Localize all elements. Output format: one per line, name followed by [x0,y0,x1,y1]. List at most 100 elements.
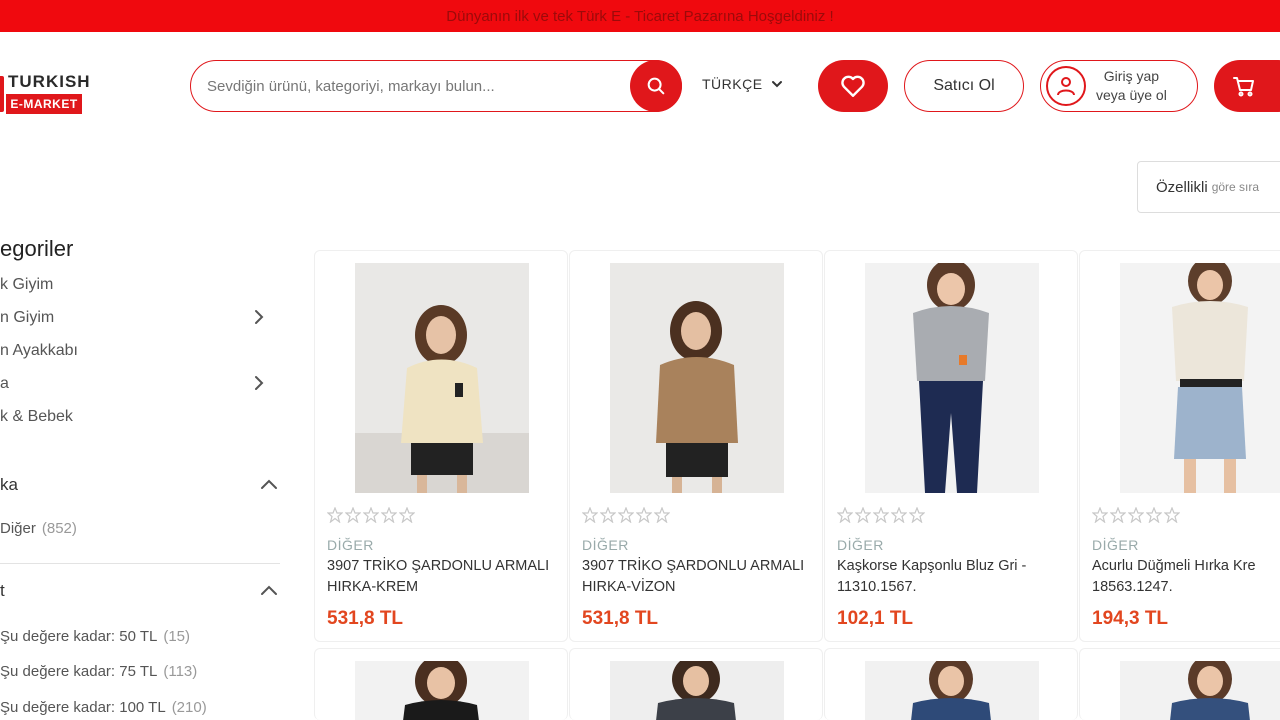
login-label: Giriş yap veya üye ol [1096,67,1167,105]
sort-select[interactable]: Özellikli göre sıra [1137,161,1280,213]
product-image[interactable] [610,661,784,720]
become-seller-button[interactable]: Satıcı Ol [904,60,1024,112]
product-brand: DİĞER [582,537,629,553]
product-name[interactable]: Kaşkorse Kapşonlu Bluz Gri - 11310.1567. [837,556,1073,598]
star-icon [1092,507,1108,523]
price-filter-item[interactable]: Şu değere kadar: 100 TL (210) [0,695,207,719]
star-icon [582,507,598,523]
rating-stars [327,507,415,523]
welcome-banner-text: Dünyanın ilk ve tek Türk E - Ticaret Paz… [446,7,834,25]
star-icon [654,507,670,523]
login-register-button[interactable]: Giriş yap veya üye ol [1040,60,1198,112]
product-card[interactable]: DİĞER 3907 TRİKO ŞARDONLU ARMALI HIRKA-K… [314,250,568,642]
product-card[interactable]: DİĞER Kaşkorse Kapşonlu Bluz Gri - 11310… [824,250,1078,642]
logo-line2: E-MARKET [6,94,82,114]
price-filter-count: (113) [163,662,198,680]
product-card[interactable]: DİĞER 3907 TRİKO ŞARDONLU ARMALI HIRKA-V… [569,250,823,642]
price-section-toggle[interactable]: t [0,577,280,605]
product-card[interactable] [1079,648,1280,720]
star-icon [399,507,415,523]
search-bar [190,60,682,112]
star-icon [891,507,907,523]
rating-stars [582,507,670,523]
star-icon [873,507,889,523]
product-image[interactable] [355,263,529,493]
product-price: 102,1 TL [837,608,914,629]
price-filter-item[interactable]: Şu değere kadar: 75 TL (113) [0,659,197,683]
product-brand: DİĞER [1092,537,1139,553]
category-item[interactable]: k & Bebek [0,404,280,430]
price-section-title: t [0,581,5,600]
brand-section-toggle[interactable]: ka [0,471,280,499]
category-label: n Ayakkabı [0,342,78,359]
section-divider [0,563,280,564]
product-brand: DİĞER [327,537,374,553]
chevron-right-icon [255,376,264,390]
chevron-up-icon [261,585,277,595]
category-item[interactable]: a [0,371,280,397]
product-price: 531,8 TL [327,608,404,629]
login-line1: Giriş yap [1103,68,1160,84]
heart-icon [841,75,865,97]
star-icon [855,507,871,523]
product-image[interactable] [865,263,1039,493]
price-filter-count: (15) [163,627,191,645]
product-card[interactable] [824,648,1078,720]
category-label: n Giyim [0,309,55,326]
chevron-down-icon [771,81,782,88]
category-item[interactable]: n Giyim [0,305,280,331]
brand-filter-count: (852) [41,519,77,537]
search-input[interactable] [207,74,627,98]
star-icon [381,507,397,523]
brand-filter-item[interactable]: Diğer (852) [0,516,77,540]
search-icon [647,77,665,95]
star-icon [618,507,634,523]
price-filter-item[interactable]: Şu değere kadar: 50 TL (15) [0,624,190,648]
sort-label: Özellikli [1156,178,1208,196]
login-line2: veya üye ol [1096,87,1167,103]
price-filter-label: Şu değere kadar: 100 TL [0,698,166,716]
product-card[interactable] [569,648,823,720]
star-icon [363,507,379,523]
chevron-right-icon [255,310,264,324]
rating-stars [1092,507,1180,523]
cart-icon [1233,77,1254,97]
category-label: a [0,375,9,392]
star-icon [1128,507,1144,523]
user-icon [1046,66,1086,106]
price-filter-count: (210) [171,698,207,716]
star-icon [345,507,361,523]
category-item[interactable]: n Ayakkabı [0,338,280,364]
star-icon [909,507,925,523]
price-filter-label: Şu değere kadar: 50 TL [0,627,158,645]
star-icon [636,507,652,523]
category-item[interactable]: k Giyim [0,272,280,298]
favorites-button[interactable] [818,60,888,112]
product-image[interactable] [1120,263,1280,493]
star-icon [837,507,853,523]
category-label: k Giyim [0,276,54,293]
product-name[interactable]: 3907 TRİKO ŞARDONLU ARMALI HIRKA-VİZON [582,556,818,598]
product-image[interactable] [610,263,784,493]
brand-section-title: ka [0,475,18,494]
star-icon [1110,507,1126,523]
product-name[interactable]: Acurlu Düğmeli Hırka Kre 18563.1247. [1092,556,1280,598]
language-selector[interactable]: TÜRKÇE [702,74,783,94]
product-image[interactable] [865,661,1039,720]
star-icon [1146,507,1162,523]
become-seller-label: Satıcı Ol [933,77,995,94]
rating-stars [837,507,925,523]
product-image[interactable] [355,661,529,720]
welcome-banner: Dünyanın ilk ve tek Türk E - Ticaret Paz… [0,0,1280,32]
product-image[interactable] [1120,661,1280,720]
search-button[interactable] [630,60,682,112]
site-logo[interactable]: TURKISH E-MARKET [0,72,90,116]
product-card[interactable]: DİĞER Acurlu Düğmeli Hırka Kre 18563.124… [1079,250,1280,642]
cart-button[interactable] [1214,60,1280,112]
product-card[interactable] [314,648,568,720]
product-name[interactable]: 3907 TRİKO ŞARDONLU ARMALI HIRKA-KREM [327,556,563,598]
logo-mark [0,76,4,112]
star-icon [1164,507,1180,523]
sort-sub-label: göre sıra [1211,180,1260,194]
star-icon [600,507,616,523]
